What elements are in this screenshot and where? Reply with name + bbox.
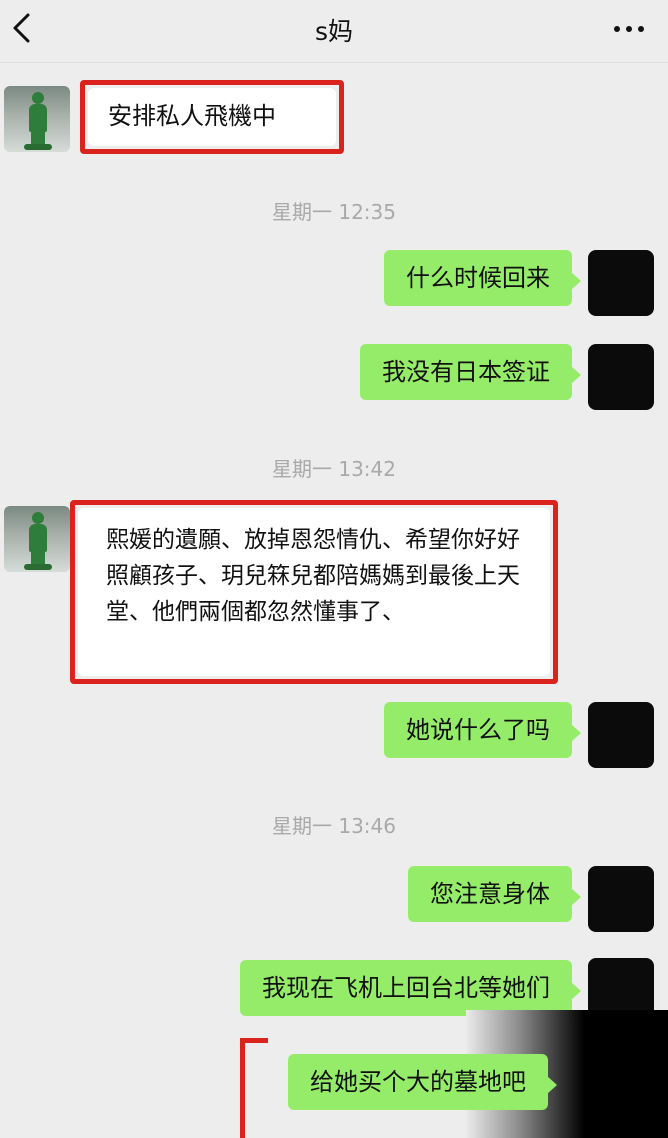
message-bubble-outgoing: 她说什么了吗 [384, 702, 581, 758]
user-avatar[interactable] [588, 344, 654, 410]
contact-avatar[interactable] [4, 86, 70, 152]
chat-header: s妈 [0, 0, 668, 63]
user-avatar[interactable] [588, 702, 654, 768]
more-dots-icon[interactable] [614, 26, 646, 34]
timestamp: 星期一 13:42 [272, 457, 396, 481]
timestamp: 星期一 13:46 [272, 814, 396, 838]
contact-avatar[interactable] [4, 506, 70, 572]
message-bubble-outgoing: 我没有日本签证 [360, 344, 581, 400]
message-bubble-outgoing: 什么时候回来 [384, 250, 581, 306]
message-bubble-outgoing: 给她买个大的墓地吧 [288, 1054, 557, 1110]
message-bubble-outgoing: 我现在飞机上回台北等她们 [240, 960, 581, 1016]
user-avatar[interactable] [588, 866, 654, 932]
message-bubble-incoming: 熙媛的遺願、放掉恩怨情仇、希望你好好照顧孩子、玥兒箖兒都陪媽媽到最後上天堂、他們… [78, 508, 550, 676]
timestamp: 星期一 12:35 [272, 200, 396, 224]
chat-title: s妈 [314, 17, 354, 46]
user-avatar[interactable] [588, 250, 654, 316]
message-bubble-incoming: 安排私人飛機中 [88, 88, 336, 146]
message-bubble-outgoing: 您注意身体 [408, 866, 581, 922]
highlight-box [240, 1038, 268, 1138]
